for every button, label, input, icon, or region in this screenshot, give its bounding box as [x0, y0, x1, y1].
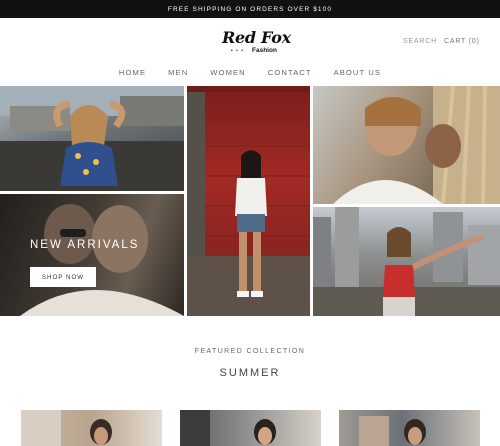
cart-link[interactable]: CART (0): [444, 38, 480, 45]
red-wall-photo-illustration: [187, 86, 310, 316]
logo-sub-text: Fashion: [252, 47, 277, 54]
announcement-bar: FREE SHIPPING ON ORDERS OVER $100: [0, 0, 500, 18]
product-thumbnail[interactable]: [21, 410, 162, 446]
nav-item-men[interactable]: MEN: [157, 68, 199, 77]
site-header: Red Fox • • • Fashion SEARCH CART (0) HO…: [0, 18, 500, 86]
couple-sun-photo-illustration: [333, 86, 500, 204]
city-photo-illustration: [313, 207, 500, 316]
search-link[interactable]: SEARCH: [403, 38, 437, 45]
hero-image-city-red-top[interactable]: [313, 207, 500, 316]
hero-mosaic: NEW ARRIVALS SHOP NOW: [0, 86, 500, 316]
product-thumbnail[interactable]: [180, 410, 321, 446]
nav-item-about-us[interactable]: ABOUT US: [323, 68, 392, 77]
logo-dots: • • •: [231, 48, 245, 54]
nav-item-women[interactable]: WOMEN: [199, 68, 256, 77]
main-nav: HOME MEN WOMEN CONTACT ABOUT US: [0, 68, 500, 77]
announcement-text: FREE SHIPPING ON ORDERS OVER $100: [167, 5, 333, 13]
product-thumbnail[interactable]: [339, 410, 480, 446]
hero-image-rooftop[interactable]: [0, 86, 184, 191]
couple-photo-illustration: [0, 194, 184, 316]
shop-now-button[interactable]: SHOP NOW: [30, 267, 96, 287]
hero-heading: NEW ARRIVALS: [30, 239, 140, 251]
nav-item-contact[interactable]: CONTACT: [257, 68, 323, 77]
logo-script-text: Red Fox: [222, 28, 291, 47]
hero-image-red-wall[interactable]: [187, 86, 310, 316]
nav-item-home[interactable]: HOME: [108, 68, 157, 77]
product-photo-illustration: [21, 410, 112, 446]
product-photo-illustration: [180, 410, 276, 446]
hero-image-couple-sun[interactable]: [313, 86, 500, 204]
brand-logo[interactable]: Red Fox • • • Fashion: [222, 28, 291, 58]
product-photo-illustration: [359, 416, 426, 446]
featured-collection-kicker: FEATURED COLLECTION: [194, 348, 306, 355]
hero-image-new-arrivals[interactable]: [0, 194, 184, 316]
rooftop-photo-illustration: [0, 86, 184, 191]
featured-collection-title: SUMMER: [219, 367, 281, 379]
